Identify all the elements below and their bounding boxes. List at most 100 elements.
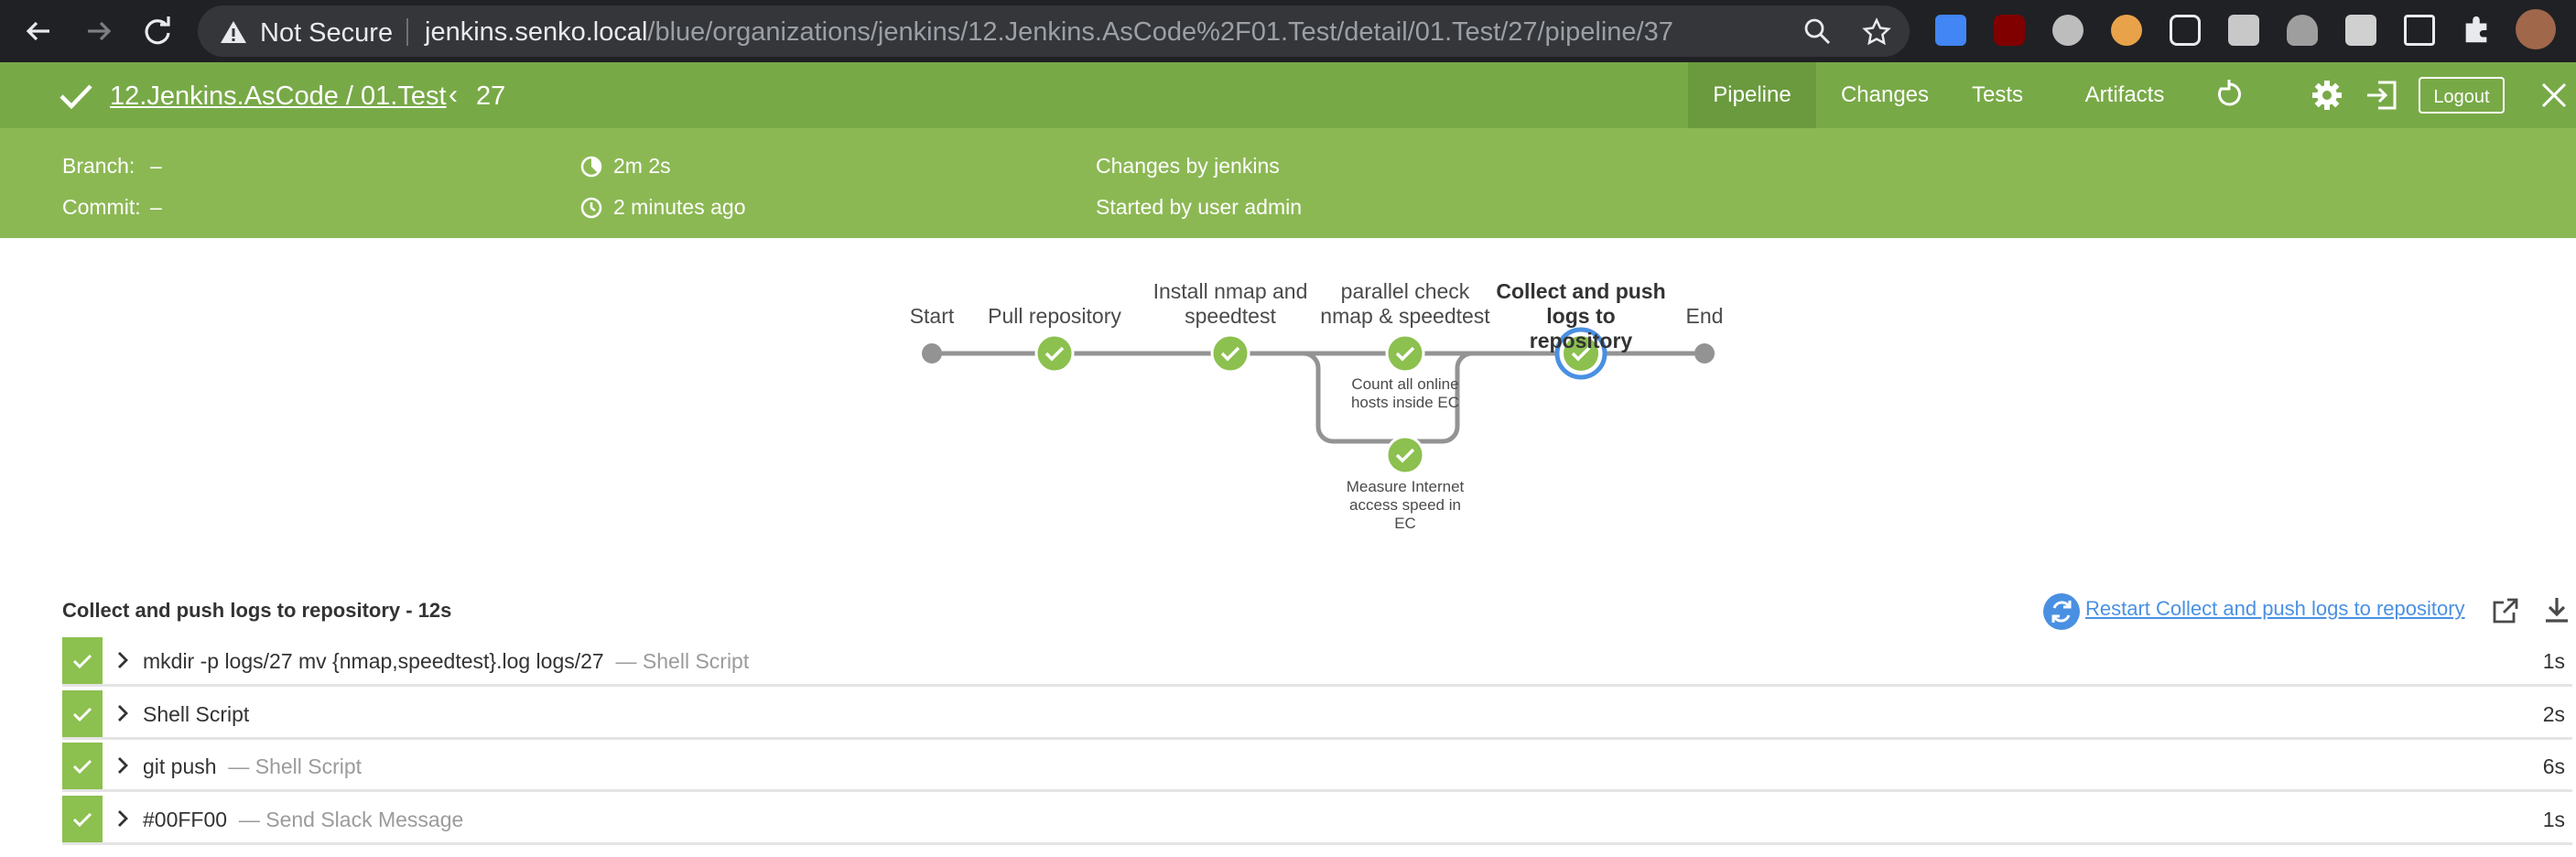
stage-label-install[interactable]: Install nmap and speedtest xyxy=(1148,279,1313,329)
screenshot-extension-icon[interactable] xyxy=(2228,15,2259,46)
tool-extension-icon[interactable] xyxy=(2345,15,2376,46)
branch-label: Branch: xyxy=(62,154,135,178)
forward-button[interactable] xyxy=(81,13,117,49)
refresh-extension-icon[interactable] xyxy=(2052,15,2084,46)
security-status: Not Secure xyxy=(260,18,394,48)
step-name: Shell Script xyxy=(143,702,249,727)
clock-icon xyxy=(580,197,602,219)
step-duration: 2s xyxy=(2542,702,2565,726)
step-type: — Send Slack Message xyxy=(227,808,464,831)
back-button[interactable] xyxy=(20,13,57,49)
step-success-badge xyxy=(62,637,103,684)
run-time-ago: 2 minutes ago xyxy=(613,195,746,219)
omnibox-separator xyxy=(406,18,408,46)
tab-changes[interactable]: Changes xyxy=(1829,62,1941,128)
zoom-icon[interactable] xyxy=(1803,17,1831,45)
step-name: #00FF00 — Send Slack Message xyxy=(143,808,463,832)
warning-icon xyxy=(221,21,246,43)
stage-label-end: End xyxy=(1685,304,1724,328)
chevron-left-icon[interactable]: ‹ xyxy=(449,80,458,111)
tab-extension-icon[interactable] xyxy=(2404,15,2435,46)
run-header: 12.Jenkins.AsCode / 01.Test ‹ 27 Pipelin… xyxy=(0,62,2576,128)
step-row[interactable]: #00FF00 — Send Slack Message 1s xyxy=(62,796,2572,845)
commit-value: – xyxy=(150,195,162,219)
open-classic-icon[interactable] xyxy=(2365,79,2398,112)
run-number: 27 xyxy=(476,81,506,111)
stage-node-pull[interactable] xyxy=(1034,333,1075,374)
branch-label-measure[interactable]: Measure Internet access speed in EC xyxy=(1337,478,1474,533)
chevron-right-icon[interactable] xyxy=(115,755,130,776)
branch-label-count[interactable]: Count all online hosts inside EC xyxy=(1337,375,1474,412)
run-meta: Branch: – Commit: – 2m 2s 2 minutes ago … xyxy=(0,128,2576,238)
shield-extension-icon[interactable] xyxy=(2287,15,2318,46)
back-arrow-icon xyxy=(26,21,49,41)
step-command: Shell Script xyxy=(143,702,250,726)
tab-artifacts[interactable]: Artifacts xyxy=(2071,62,2179,128)
open-external-icon[interactable] xyxy=(2492,597,2519,624)
step-name: mkdir -p logs/27 mv {nmap,speedtest}.log… xyxy=(143,649,749,674)
forward-arrow-icon xyxy=(88,21,112,41)
end-node xyxy=(1694,343,1715,363)
step-row[interactable]: mkdir -p logs/27 mv {nmap,speedtest}.log… xyxy=(62,637,2572,687)
step-success-badge xyxy=(62,743,103,789)
bookmark-star-icon[interactable] xyxy=(1862,17,1891,47)
profile-avatar[interactable] xyxy=(2516,9,2556,49)
started-by: Started by user admin xyxy=(1096,195,1303,219)
stage-node-parallel-measure[interactable] xyxy=(1385,435,1425,475)
translate-extension-icon[interactable] xyxy=(1935,15,1966,46)
extensions-puzzle-icon[interactable] xyxy=(2461,15,2492,46)
step-name: git push — Shell Script xyxy=(143,754,362,779)
stage-label-parallel[interactable]: parallel check nmap & speedtest xyxy=(1318,279,1492,329)
pipeline-graph: Start Pull repository Install nmap and s… xyxy=(0,238,2576,586)
gear-icon[interactable] xyxy=(2311,79,2343,112)
tab-pipeline[interactable]: Pipeline xyxy=(1688,62,1816,128)
url-host: jenkins.senko.local xyxy=(425,17,648,47)
logout-button[interactable]: Logout xyxy=(2419,77,2505,114)
step-command: #00FF00 xyxy=(143,808,228,831)
stage-label-collect[interactable]: Collect and push logs to repository xyxy=(1494,279,1668,353)
step-success-badge xyxy=(62,796,103,842)
chevron-right-icon[interactable] xyxy=(115,650,130,670)
address-bar[interactable]: Not Secure jenkins.senko.local/blue/orga… xyxy=(198,5,1910,57)
tab-tests[interactable]: Tests xyxy=(1952,62,2043,128)
url-path: /blue/organizations/jenkins/12.Jenkins.A… xyxy=(647,17,1673,47)
success-check-icon xyxy=(60,84,92,110)
branch-value: – xyxy=(150,154,162,178)
rerun-icon[interactable] xyxy=(2213,79,2245,110)
stage-label-pull[interactable]: Pull repository xyxy=(972,304,1137,329)
step-success-badge xyxy=(62,690,103,737)
chevron-right-icon[interactable] xyxy=(115,703,130,723)
step-command: git push xyxy=(143,754,217,778)
close-icon[interactable] xyxy=(2541,82,2567,108)
pocket-extension-icon[interactable] xyxy=(2170,15,2201,46)
owl-extension-icon[interactable] xyxy=(2111,15,2142,46)
restart-stage-icon[interactable] xyxy=(2043,593,2080,630)
reload-icon xyxy=(145,16,170,45)
check-icon xyxy=(72,759,92,774)
step-type: — Shell Script xyxy=(216,754,363,778)
step-row[interactable]: git push — Shell Script 6s xyxy=(62,743,2572,792)
browser-toolbar: Not Secure jenkins.senko.local/blue/orga… xyxy=(0,0,2576,62)
step-type: — Shell Script xyxy=(603,649,750,673)
check-icon xyxy=(72,654,92,668)
restart-stage-link[interactable]: Restart Collect and push logs to reposit… xyxy=(2085,597,2465,621)
download-icon[interactable] xyxy=(2543,595,2571,624)
step-duration: 1s xyxy=(2542,649,2565,673)
ublock-extension-icon[interactable] xyxy=(1994,15,2025,46)
step-duration: 6s xyxy=(2542,754,2565,778)
step-command: mkdir -p logs/27 mv {nmap,speedtest}.log… xyxy=(143,649,604,673)
reload-button[interactable] xyxy=(139,13,176,49)
stage-node-parallel-count[interactable] xyxy=(1385,333,1425,374)
commit-label: Commit: xyxy=(62,195,141,219)
step-duration: 1s xyxy=(2542,808,2565,831)
start-node xyxy=(922,343,942,363)
changes-by: Changes by jenkins xyxy=(1096,154,1280,178)
stage-node-install[interactable] xyxy=(1210,333,1250,374)
step-row[interactable]: Shell Script 2s xyxy=(62,690,2572,740)
run-duration: 2m 2s xyxy=(613,154,671,178)
chevron-right-icon[interactable] xyxy=(115,808,130,829)
steps-panel-title: Collect and push logs to repository - 12… xyxy=(62,599,452,622)
pipeline-title-link[interactable]: 12.Jenkins.AsCode / 01.Test xyxy=(110,81,447,112)
url-text[interactable]: jenkins.senko.local/blue/organizations/j… xyxy=(425,17,1673,48)
stage-label-start: Start xyxy=(909,304,955,328)
